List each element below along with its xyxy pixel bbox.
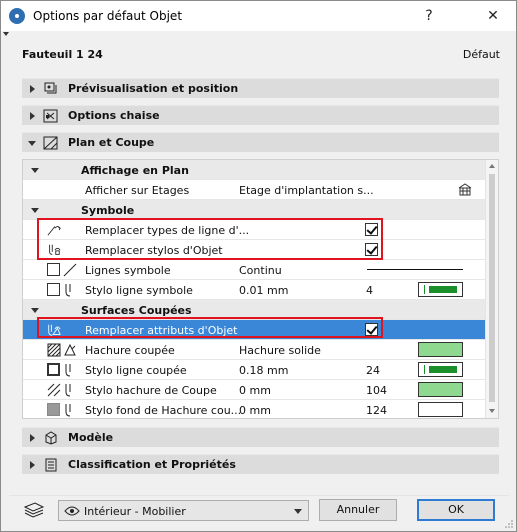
highlight-attribute-override bbox=[37, 317, 383, 338]
group-label: Symbole bbox=[81, 204, 135, 217]
group-label: Affichage en Plan bbox=[81, 164, 189, 177]
section-label: Options chaise bbox=[68, 109, 160, 122]
continuous-line-sample bbox=[367, 269, 463, 270]
preview-icon bbox=[44, 82, 57, 94]
cut-line-square-icon bbox=[47, 363, 60, 376]
highlight-symbol-overrides bbox=[37, 218, 383, 260]
pen-color-swatch[interactable] bbox=[418, 382, 463, 397]
row-label: Hachure coupée bbox=[85, 344, 175, 357]
favorites-icon[interactable] bbox=[23, 501, 45, 519]
view-settings-value: Intérieur - Mobilier bbox=[84, 505, 186, 518]
object-name: Fauteuil 1 24 bbox=[22, 48, 103, 61]
collapse-arrow-icon[interactable] bbox=[31, 168, 39, 173]
row-label: Lignes symbole bbox=[85, 264, 171, 277]
row-label: Stylo hachure de Coupe bbox=[85, 384, 217, 397]
expand-arrow-icon[interactable] bbox=[30, 85, 35, 93]
section-label: Prévisualisation et position bbox=[68, 82, 239, 95]
hatch-pattern-icon bbox=[47, 343, 61, 357]
close-button[interactable]: ✕ bbox=[483, 6, 503, 26]
row-value[interactable]: Hachure solide bbox=[239, 344, 321, 357]
row-label: Stylo ligne symbole bbox=[85, 284, 193, 297]
line-square-icon bbox=[47, 283, 60, 296]
row-hachure-coupee[interactable]: Hachure coupée Hachure solide bbox=[23, 340, 485, 360]
panel-scrollbar[interactable] bbox=[485, 160, 498, 418]
row-afficher-etages[interactable]: Afficher sur Etages Etage d'implantation… bbox=[23, 180, 485, 200]
collapse-arrow-icon[interactable] bbox=[31, 308, 39, 313]
expand-arrow-icon[interactable] bbox=[30, 434, 35, 442]
view-settings-dropdown[interactable]: Intérieur - Mobilier bbox=[58, 500, 309, 521]
window-title: Options par défaut Objet bbox=[33, 9, 183, 23]
expand-arrow-icon[interactable] bbox=[30, 461, 35, 469]
footer-separator bbox=[9, 495, 509, 496]
help-button[interactable]: ? bbox=[419, 6, 439, 26]
pen-icon bbox=[65, 384, 71, 397]
ok-button[interactable]: OK bbox=[417, 499, 495, 521]
row-lignes-symbole[interactable]: Lignes symbole Continu bbox=[23, 260, 485, 280]
row-value[interactable]: 0 mm bbox=[239, 384, 271, 397]
row-stylo-ligne-symbole[interactable]: Stylo ligne symbole 0.01 mm 4 bbox=[23, 280, 485, 300]
section-label: Modèle bbox=[68, 431, 114, 444]
section-label: Plan et Coupe bbox=[68, 136, 155, 149]
row-value[interactable]: 0.18 mm bbox=[239, 364, 288, 377]
row-label: Stylo ligne coupée bbox=[85, 364, 187, 377]
cancel-button[interactable]: Annuler bbox=[319, 499, 397, 521]
row-stylo-hachure-coupe[interactable]: Stylo hachure de Coupe 0 mm 104 bbox=[23, 380, 485, 400]
window-menu-arrow-icon[interactable] bbox=[3, 32, 9, 36]
pen-icon bbox=[65, 364, 71, 377]
section-plan-section[interactable]: Plan et Coupe bbox=[22, 132, 499, 152]
pen-color-swatch[interactable] bbox=[418, 402, 463, 417]
archicad-app-icon bbox=[9, 8, 25, 24]
section-label: Classification et Propriétés bbox=[68, 458, 236, 471]
pen-number: 4 bbox=[366, 284, 373, 297]
section-chair-options[interactable]: Options chaise bbox=[22, 105, 499, 125]
scroll-thumb[interactable] bbox=[489, 174, 495, 402]
row-label: Stylo fond de Hachure cou... bbox=[85, 404, 242, 417]
dialog-window: Options par défaut Objet ? ✕ Fauteuil 1 … bbox=[0, 0, 517, 532]
collapse-arrow-icon[interactable] bbox=[31, 208, 39, 213]
group-affichage-plan[interactable]: Affichage en Plan bbox=[23, 160, 485, 180]
group-symbole[interactable]: Symbole bbox=[23, 200, 485, 220]
story-settings-icon[interactable] bbox=[458, 183, 472, 196]
pen-number: 104 bbox=[366, 384, 387, 397]
pen-color-swatch[interactable] bbox=[418, 282, 463, 297]
row-stylo-ligne-coupee[interactable]: Stylo ligne coupée 0.18 mm 24 bbox=[23, 360, 485, 380]
group-label: Surfaces Coupées bbox=[81, 304, 192, 317]
scroll-up-icon[interactable] bbox=[489, 164, 495, 168]
fill-color-swatch[interactable] bbox=[418, 342, 463, 357]
plan-section-panel: Affichage en Plan Afficher sur Etages Et… bbox=[22, 159, 499, 419]
classification-icon bbox=[45, 458, 57, 472]
section-model[interactable]: Modèle bbox=[22, 427, 499, 447]
row-stylo-fond-hachure[interactable]: Stylo fond de Hachure cou... 0 mm 124 bbox=[23, 400, 485, 418]
collapse-arrow-icon[interactable] bbox=[28, 141, 36, 146]
pen-number: 124 bbox=[366, 404, 387, 417]
section-classification[interactable]: Classification et Propriétés bbox=[22, 454, 499, 474]
pen-color-swatch[interactable] bbox=[418, 362, 463, 377]
row-value[interactable]: 0.01 mm bbox=[239, 284, 288, 297]
hatch-lines-icon bbox=[47, 383, 61, 397]
row-label: Afficher sur Etages bbox=[85, 184, 190, 197]
pen-icon bbox=[65, 404, 71, 417]
eye-icon bbox=[64, 506, 80, 516]
row-value[interactable]: Continu bbox=[239, 264, 282, 277]
background-fill-square-icon bbox=[47, 403, 60, 416]
line-square-icon bbox=[47, 263, 60, 276]
row-value[interactable]: 0 mm bbox=[239, 404, 271, 417]
model-cube-icon bbox=[45, 431, 57, 445]
chair-options-icon bbox=[43, 109, 58, 123]
section-preview-position[interactable]: Prévisualisation et position bbox=[22, 78, 499, 98]
line-type-icon bbox=[63, 263, 77, 277]
pen-number: 24 bbox=[366, 364, 380, 377]
resize-grip-icon[interactable] bbox=[505, 520, 513, 528]
row-value[interactable]: Etage d'implantation s... bbox=[239, 184, 374, 197]
chevron-down-icon[interactable] bbox=[294, 509, 302, 514]
scroll-down-icon[interactable] bbox=[489, 409, 495, 413]
plan-section-icon bbox=[43, 136, 58, 150]
title-bar: Options par défaut Objet ? ✕ bbox=[1, 1, 516, 31]
default-label: Défaut bbox=[462, 48, 500, 61]
fill-type-icon bbox=[64, 343, 76, 356]
pen-icon bbox=[65, 284, 71, 297]
expand-arrow-icon[interactable] bbox=[30, 112, 35, 120]
